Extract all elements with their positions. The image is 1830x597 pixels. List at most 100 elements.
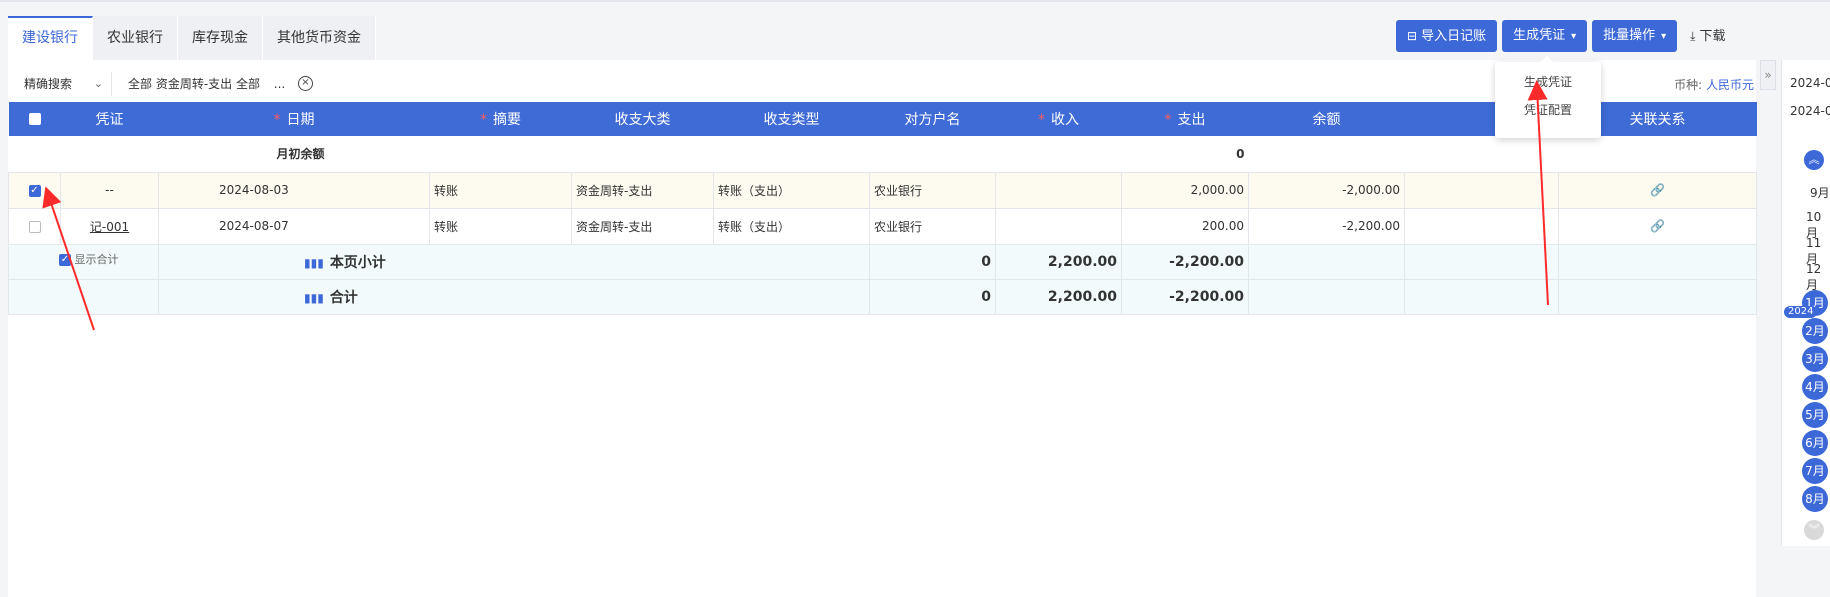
subtotal-row: ✓ 显示合计 ▮▮▮ 本页小计 0 2,200.00 -2,200.00 (8, 243, 1757, 280)
download-icon: ⤓ (1690, 29, 1696, 43)
col-date-label: 日期 (286, 112, 315, 128)
category-cell[interactable]: 资金周转-支出 (571, 171, 714, 209)
bar-chart-icon: ▮▮▮ (304, 290, 324, 305)
tab-other-funds[interactable]: 其他货币资金 (263, 16, 376, 60)
counterparty-cell[interactable]: 农业银行 (869, 171, 996, 209)
month-item-active[interactable]: 5月 (1802, 402, 1828, 428)
required-mark: * (1038, 112, 1045, 128)
row-checkbox[interactable] (28, 220, 41, 233)
date-cell[interactable]: 2024-08-07 (158, 207, 430, 245)
menu-caret (1541, 56, 1553, 62)
month-item[interactable]: 12月 (1806, 262, 1830, 293)
year-badge: 2024 (1784, 306, 1818, 318)
total-expense: 2,200.00 (995, 278, 1122, 315)
import-journal-button[interactable]: ⊟ 导入日记账 (1396, 20, 1498, 52)
row-checkbox-checked[interactable]: ✓ (28, 184, 41, 197)
download-button[interactable]: ⤓ 下载 (1682, 20, 1733, 52)
currency-value[interactable]: 人民币元 (1706, 78, 1754, 92)
row-checkbox-cell[interactable]: ✓ (8, 171, 61, 209)
select-all-header[interactable] (9, 102, 61, 136)
table-row[interactable]: 记-001 2024-08-07 转账 资金周转-支出 转账（支出） 农业银行 … (8, 207, 1757, 245)
type-cell[interactable]: 转账（支出） (713, 171, 870, 209)
subtotal-label: 本页小计 (329, 254, 386, 271)
type-cell[interactable]: 转账（支出） (713, 207, 870, 245)
col-voucher: 凭证 (61, 102, 159, 136)
expense-cell[interactable]: 200.00 (1121, 207, 1249, 245)
menu-item-generate-voucher[interactable]: 生成凭证 (1495, 68, 1601, 96)
income-cell[interactable] (995, 171, 1122, 209)
generate-voucher-button[interactable]: 生成凭证 ▾ (1502, 20, 1588, 52)
top-border (0, 0, 1830, 2)
month-item-active[interactable]: 6月 (1802, 430, 1828, 456)
counterparty-cell[interactable]: 农业银行 (869, 207, 996, 245)
period-start-date[interactable]: 2024-0 (1790, 76, 1830, 90)
month-item[interactable]: 9月 (1810, 184, 1830, 201)
currency-label: 币种: (1674, 78, 1703, 92)
chevron-down-icon: ▾ (1661, 31, 1667, 42)
filter-criteria[interactable]: 全部 资金周转-支出 全部 ... (128, 72, 285, 96)
download-label: 下载 (1699, 29, 1726, 44)
filter-more: ... (273, 77, 286, 91)
month-item-active[interactable]: 8月 (1802, 486, 1828, 512)
required-mark: * (1164, 112, 1172, 128)
col-type-label: 收支类型 (763, 112, 820, 128)
income-cell[interactable] (995, 207, 1122, 245)
blank-cell (1404, 207, 1559, 245)
toolbar: ⊟ 导入日记账 生成凭证 ▾ 批量操作 ▾ ⤓ 下载 (1396, 20, 1734, 52)
tab-abc[interactable]: 农业银行 (93, 16, 178, 60)
clear-circle-icon[interactable]: × (298, 76, 313, 91)
main-panel: 精确搜索 ⌄ 全部 资金周转-支出 全部 ... × 币种: 人民币元 凭证 *… (8, 60, 1757, 597)
select-all-checkbox[interactable] (28, 113, 41, 125)
month-item-active[interactable]: 7月 (1802, 458, 1828, 484)
search-mode-value: 精确搜索 (24, 77, 73, 91)
show-total-checkbox[interactable]: ✓ (59, 253, 71, 266)
search-mode-select[interactable]: 精确搜索 ⌄ (16, 72, 112, 96)
link-icon[interactable]: 🔗 (1650, 183, 1665, 197)
summary-cell[interactable]: 转账 (429, 171, 572, 209)
opening-balance-row: 月初余额 0 (9, 136, 1757, 172)
col-summary-label: 摘要 (493, 112, 521, 128)
collapse-arrows-icon[interactable]: » (1760, 60, 1776, 90)
show-total-toggle[interactable]: ✓ 显示合计 (59, 253, 119, 266)
total-label: 合计 (329, 289, 358, 306)
col-expense: * 支出 (1122, 102, 1249, 136)
subtotal-label-cell: ▮▮▮ 本页小计 (158, 243, 870, 280)
summary-cell[interactable]: 转账 (429, 207, 572, 245)
col-voucher-label: 凭证 (95, 112, 124, 128)
account-tabs: 建设银行 农业银行 库存现金 其他货币资金 (8, 16, 376, 60)
voucher-link[interactable]: 记-001 (90, 220, 129, 234)
show-total-cell: ✓ 显示合计 (8, 243, 159, 280)
chevron-up-circle-icon[interactable]: ︽ (1804, 150, 1824, 170)
month-item-active[interactable]: 4月 (1802, 374, 1828, 400)
import-icon: ⊟ (1407, 29, 1418, 43)
date-cell[interactable]: 2024-08-03 (158, 171, 430, 209)
import-label: 导入日记账 (1421, 29, 1487, 44)
menu-item-voucher-config[interactable]: 凭证配置 (1495, 96, 1601, 124)
balance-cell: -2,000.00 (1248, 171, 1405, 209)
bar-chart-icon: ▮▮▮ (304, 255, 324, 270)
expense-cell[interactable]: 2,000.00 (1121, 171, 1249, 209)
voucher-cell: 记-001 (60, 207, 159, 245)
period-end-date[interactable]: 2024-0 (1790, 104, 1830, 118)
col-relation-label: 关联关系 (1629, 112, 1686, 128)
col-income-label: 收入 (1051, 112, 1079, 128)
col-category-label: 收支大类 (614, 112, 671, 128)
chevron-down-circle-icon[interactable]: ︾ (1804, 520, 1824, 540)
subtotal-income: 0 (869, 243, 996, 280)
col-type: 收支类型 (714, 102, 870, 136)
batch-label: 批量操作 (1603, 28, 1656, 43)
month-item-active[interactable]: 3月 (1802, 346, 1828, 372)
col-date: * 日期 (159, 102, 430, 136)
batch-operation-button[interactable]: 批量操作 ▾ (1592, 20, 1678, 52)
row-checkbox-cell[interactable] (8, 207, 61, 245)
subtotal-balance: -2,200.00 (1121, 243, 1249, 280)
required-mark: * (480, 112, 487, 128)
category-cell[interactable]: 资金周转-支出 (571, 207, 714, 245)
table-row[interactable]: ✓ -- 2024-08-03 转账 资金周转-支出 转账（支出） 农业银行 2… (8, 171, 1757, 209)
link-icon[interactable]: 🔗 (1650, 219, 1665, 233)
col-balance: 余额 (1249, 102, 1405, 136)
filter-criteria-text: 全部 资金周转-支出 全部 (128, 77, 260, 91)
month-item-active[interactable]: 2月 (1802, 318, 1828, 344)
tab-ccb[interactable]: 建设银行 (8, 16, 93, 60)
tab-cash[interactable]: 库存现金 (178, 16, 263, 60)
